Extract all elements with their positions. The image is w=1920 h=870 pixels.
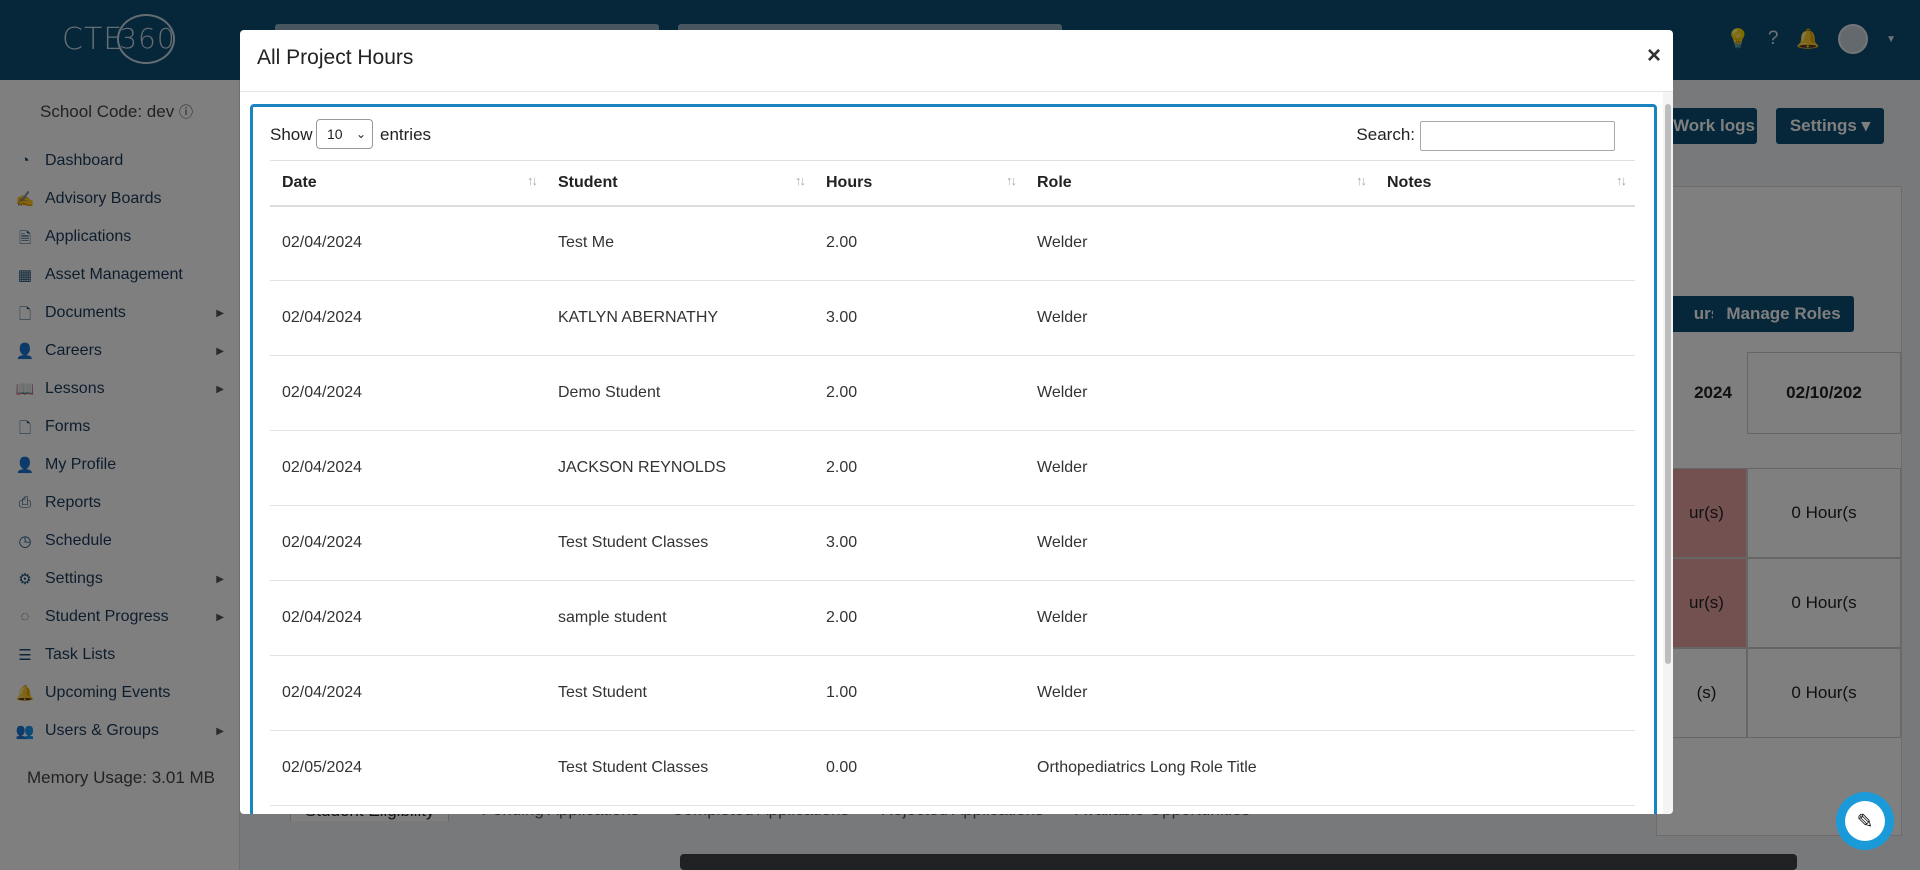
cell-hours: 3.00 [814,280,1025,356]
cell-date: 02/04/2024 [270,355,546,431]
table-row[interactable]: 02/05/2024 Test Student Classes 0.00 Orthop… [270,730,1635,806]
cell-student: Test Me [546,205,814,281]
cell-role: Welder [1025,655,1375,731]
show-label: Show [270,125,313,144]
cell-notes [1375,580,1635,656]
cell-notes [1375,655,1635,731]
column-header-student[interactable]: Student ↑↓ [546,160,814,207]
table-row[interactable]: 02/04/2024 JACKSON REYNOLDS 2.00 Welder [270,430,1635,506]
cell-hours: 2.00 [814,580,1025,656]
sort-icon: ↑↓ [1616,173,1627,188]
sort-icon: ↑↓ [527,173,538,188]
cell-hours: 0.00 [814,730,1025,806]
cell-student: Test Student [546,655,814,731]
cell-role: Welder [1025,505,1375,581]
column-header-date[interactable]: Date ↑↓ [270,160,546,207]
cell-student: KATLYN ABERNATHY [546,280,814,356]
cell-role: Welder [1025,430,1375,506]
cell-role: Orthopediatrics Long Role Title [1025,730,1375,806]
chevron-down-icon: ⌄ [355,127,366,141]
cell-student: Test Student Classes [546,505,814,581]
table-row[interactable]: 02/04/2024 Demo Student 2.00 Welder [270,355,1635,431]
cell-notes [1375,430,1635,506]
cell-role: Welder [1025,580,1375,656]
column-header-role[interactable]: Role ↑↓ [1025,160,1375,207]
table-row[interactable]: 02/04/2024 Test Me 2.00 Welder [270,205,1635,281]
entries-select[interactable]: 10 ⌄ [316,119,373,149]
cell-notes [1375,730,1635,806]
cell-date: 02/04/2024 [270,205,546,281]
sort-icon: ↑↓ [795,173,806,188]
modal-header: All Project Hours × [240,30,1673,92]
cell-hours: 1.00 [814,655,1025,731]
close-icon[interactable]: × [1647,42,1661,70]
assistant-fab[interactable]: ✎ [1836,792,1894,850]
table-header-row: Date ↑↓ Student ↑↓ Hours ↑↓ Role ↑↓ Notes ↑↓ [270,160,1635,207]
cell-role: Welder [1025,205,1375,281]
search-input[interactable] [1420,121,1615,151]
search-label: Search: [1356,125,1415,144]
cell-hours: 3.00 [814,505,1025,581]
table-row[interactable]: 02/04/2024 KATLYN ABERNATHY 3.00 Welder [270,280,1635,356]
entries-label: entries [380,125,432,144]
project-hours-modal: All Project Hours × Show 10 ⌄ entries Se… [240,30,1673,814]
project-hours-table: Date ↑↓ Student ↑↓ Hours ↑↓ Role ↑↓ Notes ↑↓ … [270,160,1635,806]
pen-icon: ✎ [1845,801,1885,841]
table-controls: Show 10 ⌄ entries Search: [270,119,1635,151]
table-row[interactable]: 02/04/2024 Test Student Classes 3.00 Welder [270,505,1635,581]
cell-student: JACKSON REYNOLDS [546,430,814,506]
modal-body: Show 10 ⌄ entries Search: Date ↑↓ Student… [250,104,1657,814]
modal-scrollbar[interactable] [1663,92,1673,814]
modal-title: All Project Hours [257,46,414,69]
cell-student: Test Student Classes [546,730,814,806]
cell-role: Welder [1025,280,1375,356]
cell-date: 02/04/2024 [270,580,546,656]
cell-date: 02/04/2024 [270,430,546,506]
cell-student: sample student [546,580,814,656]
cell-hours: 2.00 [814,205,1025,281]
cell-role: Welder [1025,355,1375,431]
cell-date: 02/04/2024 [270,280,546,356]
column-header-hours[interactable]: Hours ↑↓ [814,160,1025,207]
table-row[interactable]: 02/04/2024 Test Student 1.00 Welder [270,655,1635,731]
cell-student: Demo Student [546,355,814,431]
cell-notes [1375,205,1635,281]
cell-date: 02/05/2024 [270,730,546,806]
cell-date: 02/04/2024 [270,655,546,731]
sort-icon: ↑↓ [1356,173,1367,188]
cell-date: 02/04/2024 [270,505,546,581]
cell-hours: 2.00 [814,430,1025,506]
scrollbar-thumb[interactable] [1665,104,1671,664]
column-header-notes[interactable]: Notes ↑↓ [1375,160,1635,207]
cell-notes [1375,280,1635,356]
cell-hours: 2.00 [814,355,1025,431]
sort-icon: ↑↓ [1006,173,1017,188]
cell-notes [1375,355,1635,431]
cell-notes [1375,505,1635,581]
table-row[interactable]: 02/04/2024 sample student 2.00 Welder [270,580,1635,656]
